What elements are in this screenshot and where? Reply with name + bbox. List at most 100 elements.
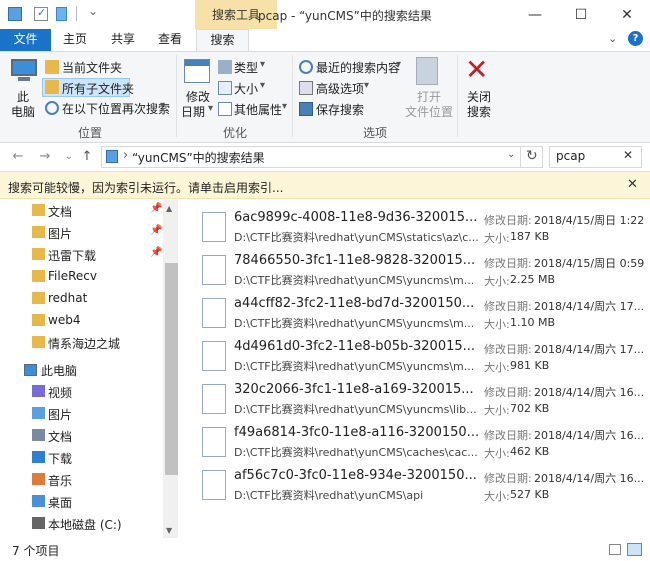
folder-icon [32, 204, 45, 216]
tab-file[interactable]: 文件 [0, 29, 51, 51]
details-view-icon[interactable] [609, 544, 621, 555]
nav-item-this-pc[interactable]: 此电脑 [0, 359, 170, 381]
modified-date-button[interactable]: 日期 [181, 103, 205, 120]
pin-icon[interactable]: 📌 [150, 247, 162, 258]
help-icon[interactable]: ? [628, 31, 643, 46]
size-dropdown-icon[interactable]: ▾ [260, 80, 265, 91]
list-item[interactable]: 4d4961d0-3fc2-11e8-b05b-320015... D:\CTF… [199, 336, 644, 376]
modified-label: 修改日期: [484, 214, 532, 227]
clear-search-icon[interactable]: ✕ [623, 148, 633, 162]
size-value: 702 KB [510, 402, 550, 415]
info-bar-close-icon[interactable]: ✕ [627, 177, 638, 192]
nav-item[interactable]: 图片 [0, 403, 170, 425]
modified-label: 修改日期: [484, 386, 532, 399]
list-item[interactable]: af56c7c0-3fc0-11e8-934e-3200150... D:\CT… [199, 465, 644, 505]
file-icon [202, 255, 226, 285]
nav-item-label: 文档 [48, 430, 73, 444]
other-properties-dropdown-icon[interactable]: ▾ [282, 101, 287, 112]
type-button[interactable]: 类型 [234, 59, 258, 76]
nav-item[interactable]: 下载 [0, 447, 170, 469]
close-search-button[interactable]: 搜索 [467, 103, 491, 120]
list-item[interactable]: 6ac9899c-4008-11e8-9d36-320015... D:\CTF… [199, 207, 645, 247]
recent-locations-chevron-icon[interactable]: ⌄ [60, 148, 78, 166]
tab-search[interactable]: 搜索 [196, 29, 249, 52]
info-bar-text[interactable]: 搜索可能较慢，因为索引未运行。请单击启用索引... [8, 179, 283, 196]
breadcrumb[interactable]: “yunCMS”中的搜索结果 [132, 149, 265, 166]
nav-item-label: 桌面 [48, 496, 73, 510]
back-button[interactable]: ← [9, 148, 27, 166]
close-button[interactable]: ✕ [604, 0, 650, 30]
close-search-icon[interactable]: ✕ [465, 54, 488, 86]
file-path: D:\CTF比赛资料\redhat\yunCMS\yuncms\m... [234, 317, 475, 330]
properties-icon[interactable]: ✓ [34, 6, 48, 21]
file-path: D:\CTF比赛资料\redhat\yunCMS\api [234, 489, 424, 502]
nav-item[interactable]: 本地磁盘 (C:) [0, 513, 170, 535]
advanced-options-button[interactable]: 高级选项 [316, 80, 364, 97]
address-dropdown-icon[interactable]: ⌄ [507, 149, 515, 160]
nav-item[interactable]: 文档 [0, 425, 170, 447]
tab-share[interactable]: 共享 [104, 29, 142, 51]
list-item[interactable]: 78466550-3fc1-11e8-9828-320015... D:\CTF… [199, 250, 644, 290]
file-icon [202, 212, 226, 242]
list-item[interactable]: f49a6814-3fc0-11e8-a116-3200150... D:\CT… [199, 422, 644, 462]
other-properties-button[interactable]: 其他属性 [234, 101, 282, 118]
pin-icon[interactable]: 📌 [150, 225, 162, 236]
nav-item-label: web4 [48, 313, 81, 327]
current-folder-button[interactable]: 当前文件夹 [62, 59, 122, 76]
nav-item[interactable]: redhat [0, 288, 170, 310]
other-properties-icon [218, 102, 232, 116]
nav-item[interactable]: 文档 📌 [0, 200, 170, 222]
modified-date-dropdown-icon[interactable]: ▾ [208, 103, 213, 114]
location-group-label: 位置 [77, 126, 102, 140]
nav-item[interactable]: 情系海边之城 [0, 332, 170, 354]
large-icons-view-icon[interactable] [627, 543, 642, 556]
calendar-icon[interactable] [184, 59, 210, 83]
file-icon [202, 470, 226, 500]
minimize-button[interactable]: — [512, 0, 558, 30]
minimize-ribbon-chevron-icon[interactable]: ⌄ [608, 32, 617, 45]
this-pc-button[interactable] [9, 59, 39, 83]
library-icon [32, 451, 45, 463]
file-icon [202, 298, 226, 328]
tab-view[interactable]: 查看 [151, 29, 189, 51]
up-button[interactable]: ↑ [78, 148, 96, 166]
nav-scroll-thumb[interactable] [165, 263, 178, 475]
save-search-button[interactable]: 保存搜索 [316, 101, 364, 118]
forward-button[interactable]: → [36, 148, 54, 166]
search-again-button[interactable]: 在以下位置再次搜索 [62, 100, 170, 117]
tab-home[interactable]: 主页 [56, 29, 94, 51]
nav-item[interactable]: 视频 [0, 381, 170, 403]
modified-label: 修改日期: [484, 429, 532, 442]
search-again-dropdown-icon[interactable]: ▾ [160, 100, 165, 111]
nav-item[interactable]: 桌面 [0, 491, 170, 513]
modified-value: 2018/4/15/周日 1:22 [534, 214, 645, 227]
size-icon [218, 81, 232, 95]
advanced-options-dropdown-icon[interactable]: ▾ [364, 80, 369, 91]
scroll-down-icon[interactable]: ▼ [166, 526, 172, 535]
pin-icon[interactable]: 📌 [150, 203, 162, 214]
list-item[interactable]: 320c2066-3fc1-11e8-a169-320015... D:\CTF… [199, 379, 644, 419]
size-value: 981 KB [510, 359, 550, 372]
customize-quick-access-chevron-icon[interactable]: ⌄ [88, 4, 98, 18]
scroll-up-icon[interactable]: ▲ [166, 204, 172, 213]
list-item[interactable]: a44cff82-3fc2-11e8-bd7d-3200150... D:\CT… [199, 293, 644, 333]
size-label: 大小: [484, 490, 510, 503]
file-name: 78466550-3fc1-11e8-9828-320015... [234, 253, 476, 268]
recent-searches-button[interactable]: 最近的搜索内容 [316, 59, 400, 76]
nav-item[interactable]: FileRecv [0, 266, 170, 288]
size-button[interactable]: 大小 [234, 80, 258, 97]
nav-item[interactable]: 迅雷下载 📌 [0, 244, 170, 266]
recent-searches-dropdown-icon[interactable]: ▾ [396, 59, 401, 70]
nav-item[interactable]: 音乐 [0, 469, 170, 491]
nav-item-label: 视频 [48, 386, 73, 400]
nav-item[interactable]: web4 [0, 310, 170, 332]
breadcrumb-chevron-icon[interactable]: › [123, 148, 128, 163]
new-folder-icon[interactable] [56, 7, 67, 21]
refresh-icon[interactable]: ↻ [526, 148, 538, 164]
file-name: a44cff82-3fc2-11e8-bd7d-3200150... [234, 296, 475, 311]
library-icon [32, 407, 45, 419]
nav-item[interactable]: 图片 📌 [0, 222, 170, 244]
type-dropdown-icon[interactable]: ▾ [260, 59, 265, 70]
maximize-button[interactable]: ☐ [558, 0, 604, 30]
folder-icon [32, 292, 45, 304]
